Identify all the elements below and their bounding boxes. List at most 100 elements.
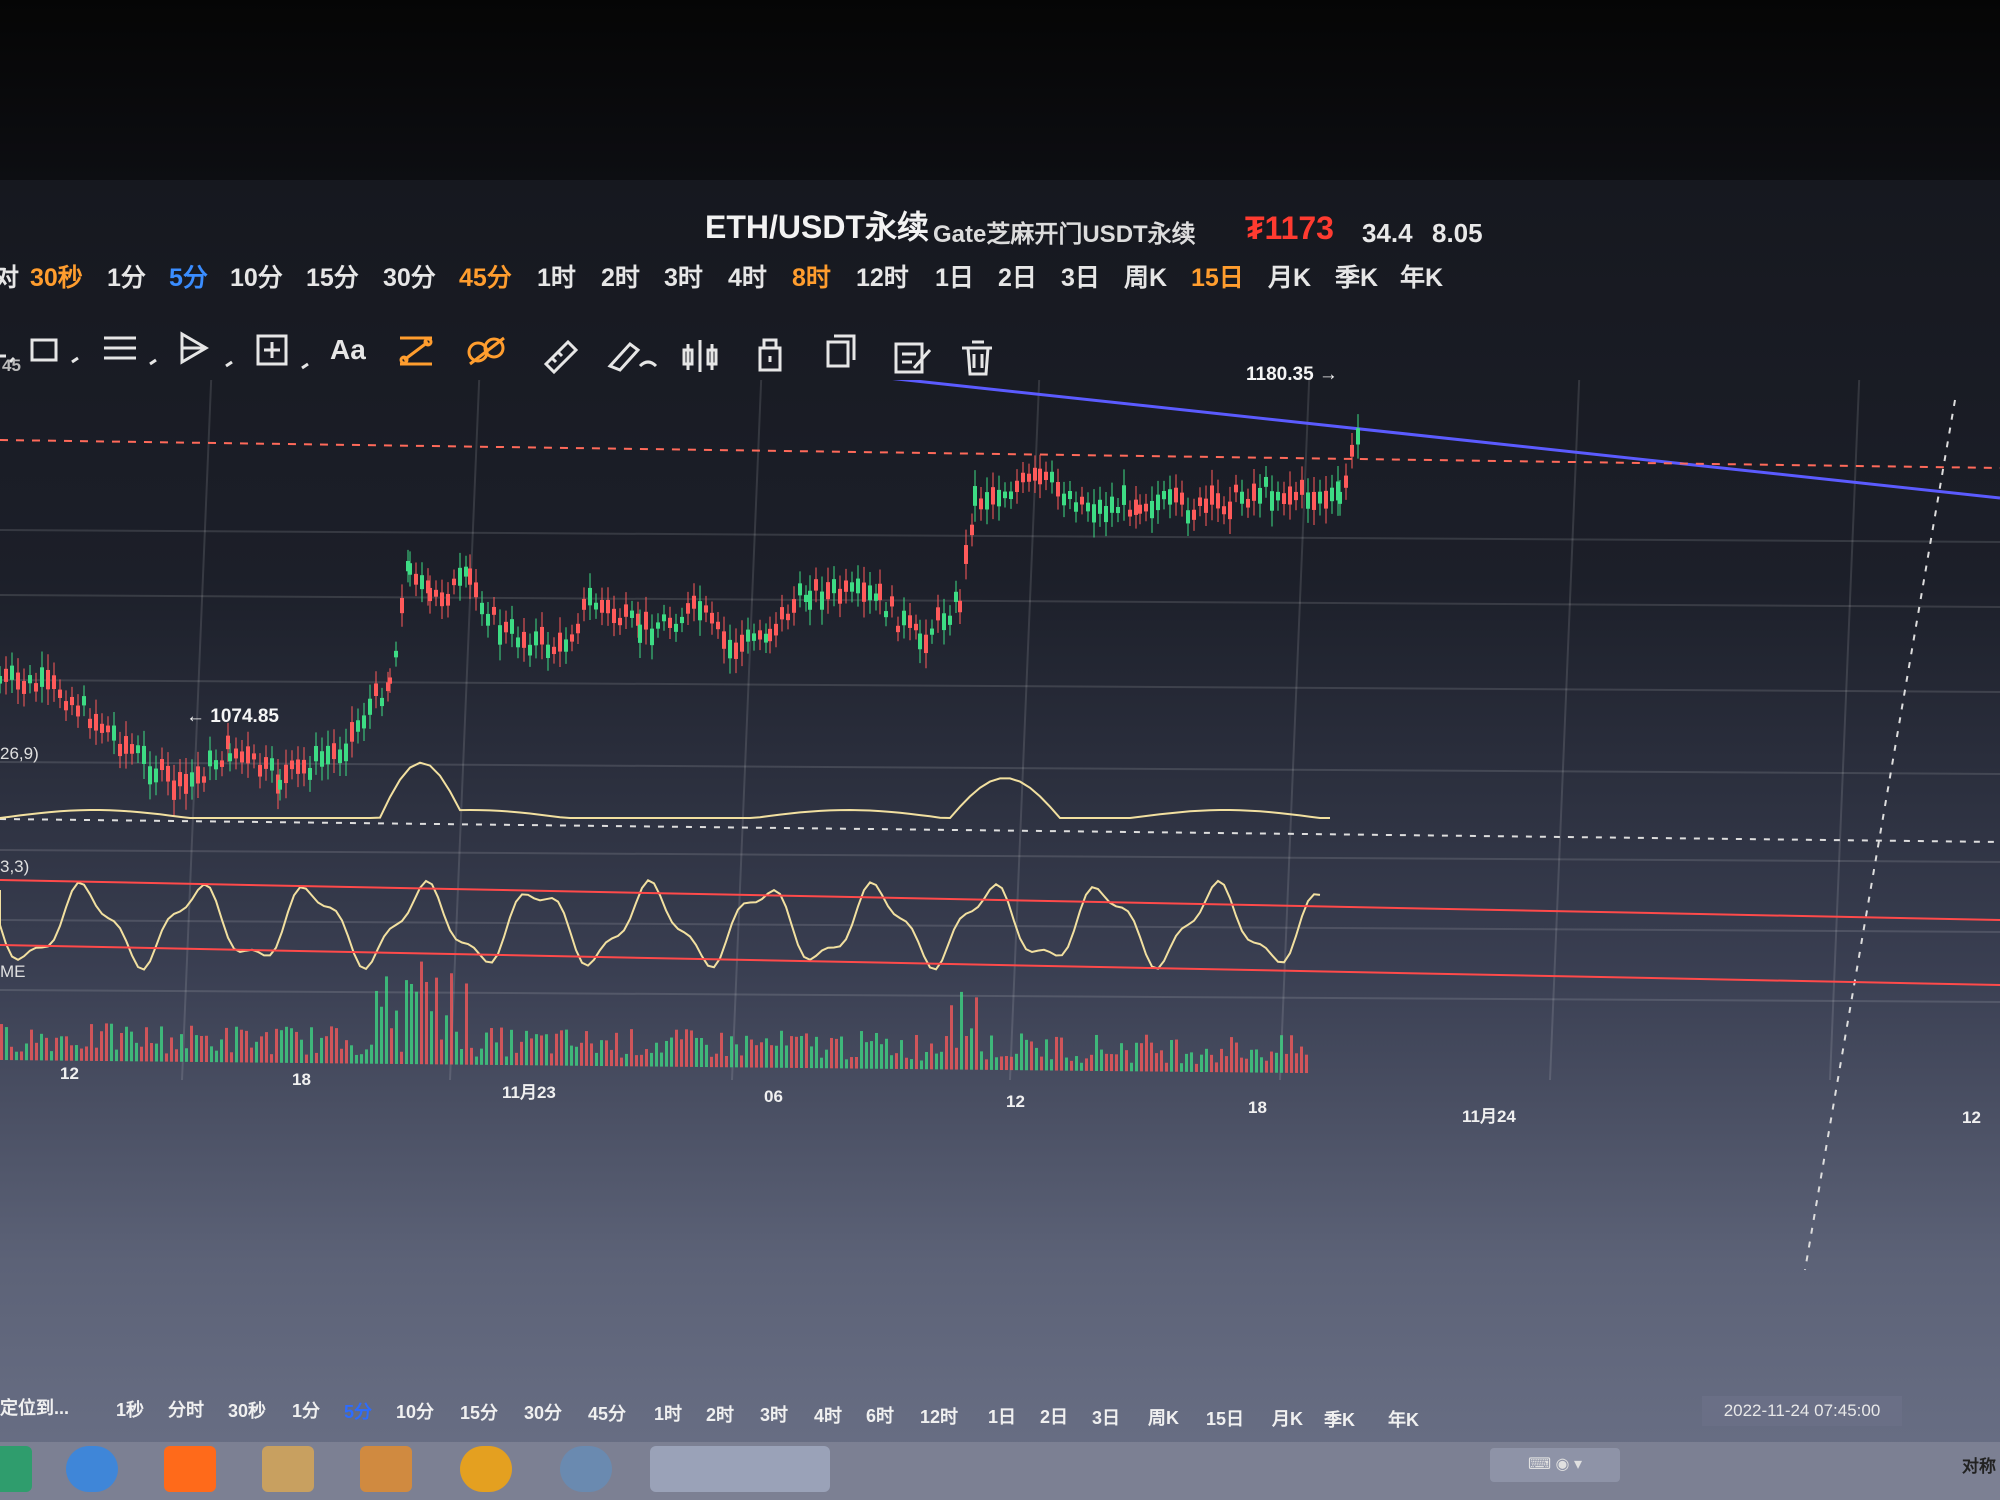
bottom-period[interactable]: 2时 bbox=[706, 1401, 734, 1427]
period-tab[interactable]: 15分 bbox=[306, 258, 359, 294]
parallel-lines-tool-icon[interactable] bbox=[104, 336, 157, 366]
bottom-period[interactable]: 3时 bbox=[760, 1401, 788, 1427]
period-tab[interactable]: 30分 bbox=[383, 258, 436, 294]
period-tab[interactable]: 1分 bbox=[107, 258, 146, 294]
bottom-period[interactable]: 10分 bbox=[396, 1398, 434, 1424]
bottom-period[interactable]: 1分 bbox=[292, 1397, 320, 1423]
taobao-icon[interactable] bbox=[164, 1446, 216, 1492]
bottom-period[interactable]: 30分 bbox=[524, 1399, 562, 1425]
bottom-period[interactable]: 周K bbox=[1148, 1404, 1179, 1430]
period-tab[interactable]: 15日 bbox=[1191, 258, 1244, 294]
bottom-period[interactable]: 1时 bbox=[654, 1400, 682, 1426]
app-icon[interactable] bbox=[360, 1446, 412, 1492]
period-tab[interactable]: 10分 bbox=[230, 258, 283, 294]
lock-icon[interactable] bbox=[758, 338, 782, 372]
candlestick-chart[interactable] bbox=[0, 380, 2000, 1280]
candle-body bbox=[100, 723, 104, 733]
fibonacci-tool-icon[interactable] bbox=[399, 336, 433, 366]
candle-body bbox=[1104, 505, 1108, 523]
ruler-tool-icon[interactable] bbox=[543, 339, 579, 375]
period-tab[interactable]: 周K bbox=[1124, 258, 1167, 294]
volume-label[interactable]: ME bbox=[0, 962, 26, 982]
volume-bar bbox=[35, 1042, 38, 1061]
chart-area[interactable]: 45 1180.35 → ← 1074.85 26,9) 3,3) ME 12 … bbox=[0, 356, 2000, 1280]
rectangle-tool-icon[interactable] bbox=[30, 338, 79, 364]
triangle-tool-icon[interactable] bbox=[180, 331, 233, 368]
period-tab[interactable]: 3日 bbox=[1061, 258, 1100, 294]
locate-button[interactable]: 定位到... bbox=[0, 1394, 69, 1420]
system-tray[interactable]: ⌨ ◉ ▾ bbox=[1490, 1448, 1620, 1482]
bottom-period[interactable]: 季K bbox=[1324, 1406, 1355, 1432]
brush-tool-icon[interactable] bbox=[607, 341, 658, 372]
bottom-period[interactable]: 6时 bbox=[866, 1402, 894, 1428]
candle-body bbox=[142, 745, 146, 764]
bottom-period[interactable]: 5分 bbox=[344, 1398, 372, 1424]
app-icon[interactable] bbox=[0, 1446, 32, 1492]
bottom-period[interactable]: 1秒 bbox=[116, 1396, 144, 1422]
candle-body bbox=[722, 631, 726, 649]
macd-label[interactable]: 26,9) bbox=[0, 744, 39, 764]
bottom-period[interactable]: 分时 bbox=[168, 1396, 204, 1422]
edit-icon[interactable] bbox=[894, 342, 932, 374]
bottom-period[interactable]: 12时 bbox=[920, 1403, 958, 1429]
gann-tool-icon[interactable] bbox=[467, 336, 505, 366]
bottom-period[interactable]: 3日 bbox=[1092, 1404, 1120, 1430]
measure-tool-icon[interactable] bbox=[256, 334, 309, 370]
period-tab[interactable]: 30秒 bbox=[30, 258, 83, 294]
period-tab[interactable]: 2日 bbox=[998, 258, 1037, 294]
volume-bar bbox=[685, 1029, 688, 1067]
active-window-tab[interactable] bbox=[650, 1446, 830, 1492]
volume-bar bbox=[1270, 1051, 1273, 1073]
period-tab[interactable]: 12时 bbox=[856, 258, 909, 294]
volume-bar bbox=[1210, 1054, 1213, 1073]
candle-body bbox=[644, 611, 648, 630]
bottom-period[interactable]: 30秒 bbox=[228, 1397, 266, 1423]
copy-icon[interactable] bbox=[826, 334, 856, 368]
volume-bar bbox=[900, 1040, 903, 1069]
kdj-label[interactable]: 3,3) bbox=[0, 857, 29, 877]
bottom-period[interactable]: 45分 bbox=[588, 1400, 626, 1426]
period-tab[interactable]: 5分 bbox=[169, 258, 208, 294]
candle-body bbox=[228, 753, 232, 762]
candle-body bbox=[284, 764, 288, 784]
volume-bar bbox=[365, 1049, 368, 1064]
volume-bar bbox=[600, 1040, 603, 1066]
period-tab[interactable]: 年K bbox=[1400, 258, 1443, 294]
candle-body bbox=[1110, 496, 1114, 513]
text-tool[interactable]: Aa bbox=[330, 334, 366, 366]
period-tab[interactable]: 4时 bbox=[728, 258, 767, 294]
candle-body bbox=[820, 591, 824, 610]
period-tab[interactable]: 45分 bbox=[459, 258, 512, 294]
bottom-period[interactable]: 15分 bbox=[460, 1399, 498, 1425]
period-tab[interactable]: 2时 bbox=[601, 258, 640, 294]
app-icon[interactable] bbox=[560, 1446, 612, 1492]
period-tab[interactable]: 1日 bbox=[935, 258, 974, 294]
period-tab[interactable]: 3时 bbox=[664, 258, 703, 294]
volume-bar bbox=[235, 1026, 238, 1063]
period-tab[interactable]: 月K bbox=[1268, 258, 1311, 294]
bottom-period[interactable]: 15日 bbox=[1206, 1405, 1244, 1431]
high-price-label: 1180.35 → bbox=[1246, 364, 1338, 385]
volume-bar bbox=[735, 1044, 738, 1068]
bottom-period[interactable]: 2日 bbox=[1040, 1403, 1068, 1429]
candle-body bbox=[1168, 489, 1172, 505]
period-tab[interactable]: 1时 bbox=[537, 258, 576, 294]
browser-icon[interactable] bbox=[66, 1446, 118, 1492]
candle-body bbox=[1122, 485, 1126, 505]
candle-body bbox=[1015, 480, 1019, 493]
delete-icon[interactable] bbox=[962, 340, 992, 376]
period-tab[interactable]: 季K bbox=[1335, 258, 1378, 294]
volume-bar bbox=[665, 1040, 668, 1067]
period-tab[interactable]: 8时 bbox=[792, 258, 831, 294]
app-icon[interactable] bbox=[460, 1446, 512, 1492]
candle-body bbox=[124, 736, 128, 754]
bottom-period[interactable]: 年K bbox=[1388, 1406, 1419, 1432]
candle-body bbox=[546, 644, 550, 659]
candle-style-icon[interactable] bbox=[682, 340, 718, 372]
bottom-period[interactable]: 月K bbox=[1272, 1405, 1303, 1431]
volume-bar bbox=[465, 983, 468, 1065]
symbol-title[interactable]: ETH/USDT永续 bbox=[705, 202, 929, 248]
folder-icon[interactable] bbox=[262, 1446, 314, 1492]
bottom-period[interactable]: 4时 bbox=[814, 1402, 842, 1428]
bottom-period[interactable]: 1日 bbox=[988, 1403, 1016, 1429]
